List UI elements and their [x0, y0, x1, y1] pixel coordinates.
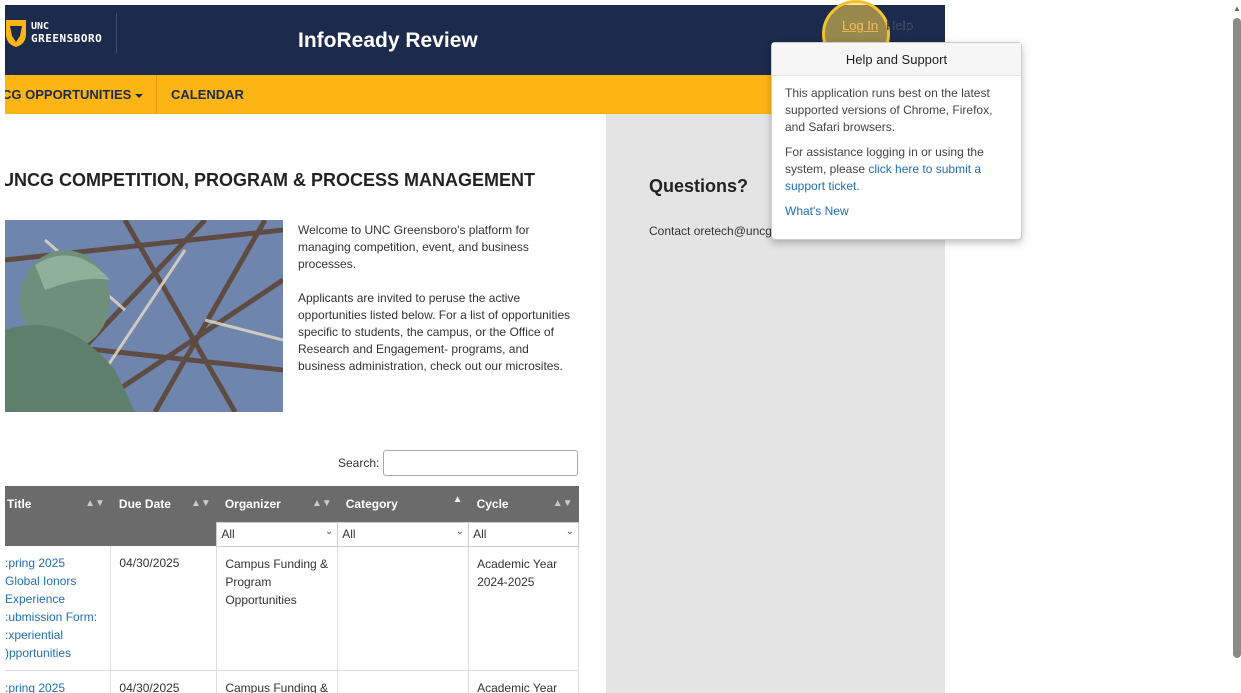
nav-opportunities-label: CG OPPORTUNITIES	[5, 87, 132, 102]
header-links-overlay: Log In Help	[842, 18, 913, 33]
column-header-cycle[interactable]: Cycle ▲▼	[468, 486, 579, 522]
cycle-cell: Academic Year 2024-2025	[468, 546, 579, 671]
search-input[interactable]	[383, 450, 579, 476]
nav-calendar[interactable]: CALENDAR	[171, 87, 244, 102]
vertical-scrollbar[interactable]: ▲	[1229, 0, 1241, 693]
column-header-organizer[interactable]: Organizer ▲▼	[216, 486, 338, 522]
sort-icon: ▲▼	[191, 498, 211, 509]
search-area: Search:	[338, 450, 579, 476]
popover-title: Help and Support	[772, 43, 1021, 76]
filter-empty	[110, 522, 217, 546]
popover-body: This application runs best on the latest…	[772, 76, 1021, 229]
sort-icon: ▲▼	[311, 498, 332, 509]
chevron-down-icon: ⌄	[324, 525, 334, 537]
chevron-down-icon: ⌄	[455, 525, 465, 537]
intro-text: Welcome to UNC Greensboro's platform for…	[298, 222, 573, 392]
due-date-cell: 04/30/2025	[110, 546, 218, 671]
browser-support-text: This application runs best on the latest…	[785, 86, 993, 134]
column-header-category[interactable]: Category ▲	[337, 486, 469, 522]
intro-paragraph-2: Applicants are invited to peruse the act…	[298, 291, 571, 373]
intro-paragraph-1: Welcome to UNC Greensboro's platform for…	[298, 223, 530, 271]
filter-row: All ⌄ All ⌄ All ⌄	[5, 521, 579, 547]
opportunity-title-link[interactable]: :pring 2025 Global Ionors	[5, 670, 112, 693]
unc-greensboro-logo[interactable]: UNC GREENSBORO	[5, 13, 120, 53]
questions-title: Questions?	[649, 176, 749, 196]
spartan-shield-icon	[6, 20, 26, 47]
category-filter-select[interactable]: All ⌄	[337, 521, 470, 547]
page-title: UNCG COMPETITION, PROGRAM & PROCESS MANA…	[5, 170, 536, 190]
caret-down-icon	[135, 93, 144, 98]
organizer-cell: Campus Funding & Program Opportunities	[216, 546, 339, 671]
search-label: Search:	[338, 456, 380, 470]
statue-photo	[5, 220, 283, 412]
login-link-overlay[interactable]: Log In	[842, 18, 878, 33]
table-row: :pring 2025 Global Ionors Experience :ub…	[5, 546, 579, 671]
cycle-cell: Academic Year 2024-2025	[468, 670, 579, 693]
organizer-filter-select[interactable]: All ⌄	[216, 521, 339, 547]
table-row: :pring 2025 Global Ionors 04/30/2025 Cam…	[5, 670, 579, 693]
sort-asc-icon: ▲	[452, 494, 463, 505]
logo-text: UNC GREENSBORO	[31, 21, 103, 45]
sort-icon: ▲▼	[552, 498, 573, 509]
assistance-text: For assistance logging in or using the s…	[785, 145, 984, 193]
opportunities-table: Title ▲▼ Due Date ▲▼ Organizer ▲▼ Category ▲…	[5, 486, 579, 693]
scroll-up-arrow-icon[interactable]: ▲	[1233, 4, 1241, 13]
logo-divider	[116, 13, 117, 53]
organizer-cell: Campus Funding & Program	[216, 670, 339, 693]
help-popover: Help and Support This application runs b…	[771, 42, 1022, 240]
opportunity-title-link[interactable]: :pring 2025 Global Ionors Experience :ub…	[5, 546, 112, 671]
statue-image	[5, 220, 283, 412]
whats-new-link[interactable]: What's New	[785, 203, 1008, 220]
filter-empty	[5, 522, 111, 546]
category-cell	[337, 546, 470, 671]
app-title: InfoReady Review	[298, 29, 478, 52]
cycle-filter-select[interactable]: All ⌄	[468, 521, 579, 547]
nav-opportunities-dropdown[interactable]: CG OPPORTUNITIES	[5, 87, 144, 102]
sort-icon: ▲▼	[85, 498, 105, 509]
category-cell	[337, 670, 470, 693]
column-header-title[interactable]: Title ▲▼	[5, 486, 111, 522]
due-date-cell: 04/30/2025	[110, 670, 218, 693]
nav-divider	[156, 75, 157, 114]
help-link-overlay[interactable]: Help	[886, 18, 913, 33]
contact-text: Contact oretech@uncg.	[649, 224, 776, 238]
chevron-down-icon: ⌄	[565, 525, 574, 537]
column-header-due-date[interactable]: Due Date ▲▼	[110, 486, 217, 522]
scrollbar-thumb[interactable]	[1233, 18, 1241, 658]
